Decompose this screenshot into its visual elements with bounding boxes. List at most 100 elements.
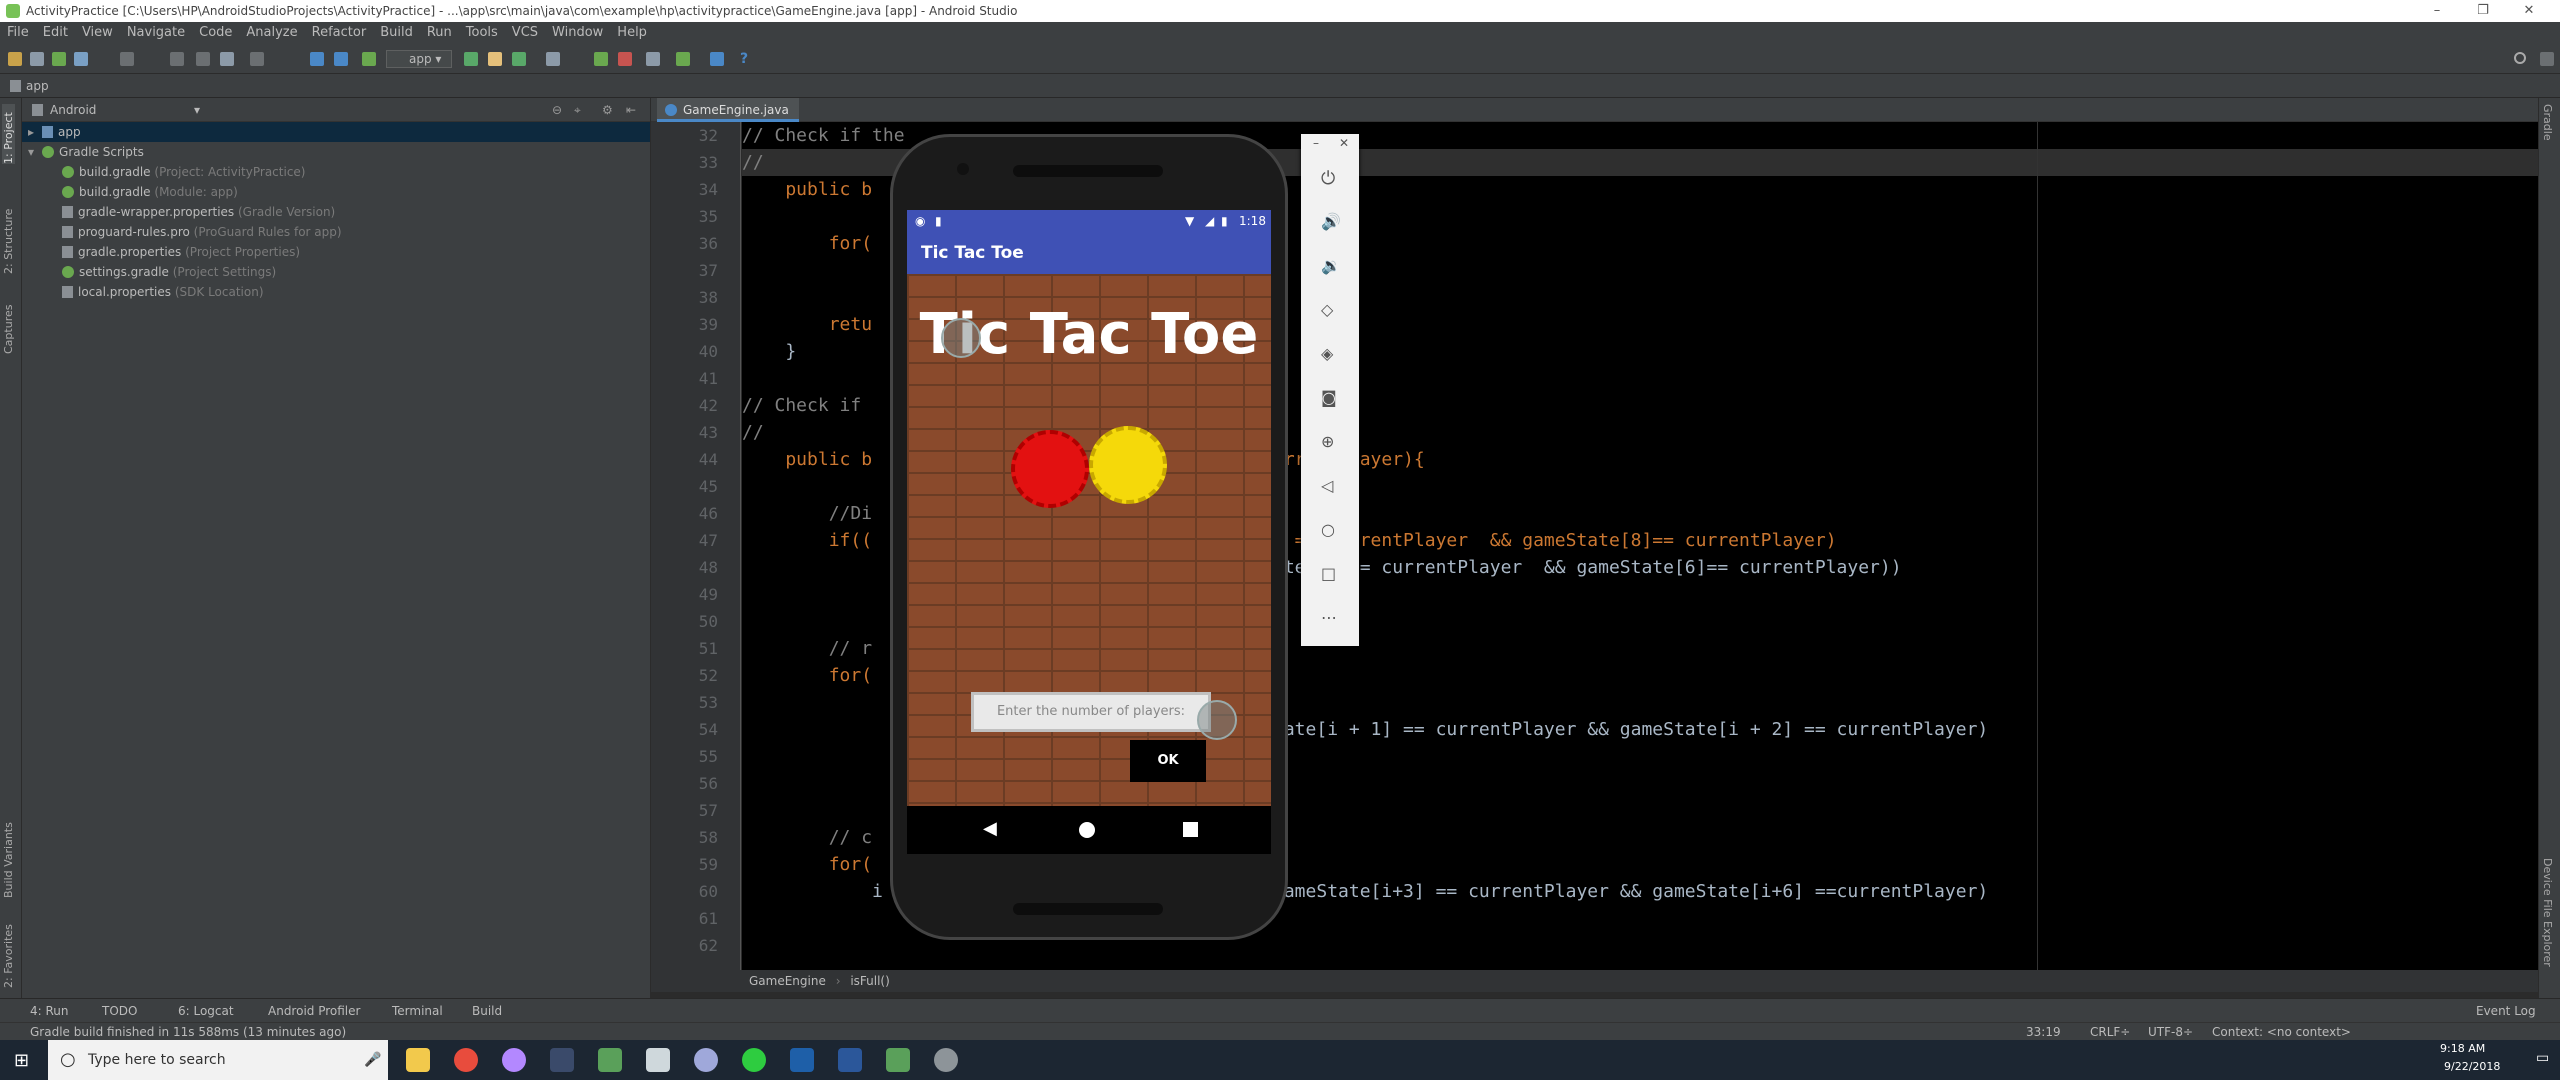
- debug-icon[interactable]: [512, 52, 526, 66]
- emulator-close-icon[interactable]: ✕: [1339, 136, 1349, 150]
- tab-structure[interactable]: 2: Structure: [2, 194, 15, 274]
- tab-captures[interactable]: Captures: [2, 294, 15, 354]
- hide-panel-icon[interactable]: ⇤: [626, 98, 636, 122]
- tab-build-variants[interactable]: Build Variants: [2, 798, 15, 898]
- tool-run[interactable]: 4: Run: [30, 999, 69, 1023]
- green-app-icon[interactable]: [742, 1048, 766, 1072]
- code-line[interactable]: // Check if: [742, 392, 861, 419]
- menu-file[interactable]: File: [0, 22, 36, 44]
- layout-icon[interactable]: [2540, 52, 2554, 66]
- copy-icon[interactable]: [196, 52, 210, 66]
- app-icon[interactable]: [502, 1048, 526, 1072]
- code-line[interactable]: for(: [742, 662, 872, 689]
- breadcrumb-method[interactable]: isFull(): [850, 974, 889, 988]
- code-line[interactable]: // Check if the: [742, 122, 905, 149]
- project-view-select[interactable]: Android: [50, 103, 96, 117]
- notifications-icon[interactable]: ▭: [2536, 1050, 2549, 1066]
- line-separator[interactable]: CRLF÷: [2090, 1023, 2130, 1041]
- home-nav-icon[interactable]: [1079, 822, 1095, 838]
- rotate-right-icon[interactable]: ◈: [1321, 344, 1339, 363]
- taskbar-date[interactable]: 9/22/2018: [2444, 1060, 2500, 1073]
- menu-window[interactable]: Window: [545, 22, 610, 44]
- steam-icon[interactable]: [550, 1048, 574, 1072]
- android-studio-active-icon[interactable]: [886, 1048, 910, 1072]
- tool-build[interactable]: Build: [472, 999, 502, 1023]
- close-icon[interactable]: ✕: [2506, 0, 2552, 22]
- cut-icon[interactable]: [170, 52, 184, 66]
- avd-manager-icon[interactable]: [646, 52, 660, 66]
- device-manager-icon[interactable]: [710, 52, 724, 66]
- forward-icon[interactable]: [334, 52, 348, 66]
- back-icon[interactable]: [310, 52, 324, 66]
- zoom-icon[interactable]: ⊕: [1321, 432, 1339, 451]
- open-folder-icon[interactable]: [8, 52, 22, 66]
- menu-code[interactable]: Code: [192, 22, 239, 44]
- sync-icon[interactable]: [52, 52, 66, 66]
- code-line[interactable]: //Di: [742, 500, 872, 527]
- paste-icon[interactable]: [220, 52, 234, 66]
- more-icon[interactable]: ⋯: [1321, 608, 1339, 627]
- find-icon[interactable]: [250, 52, 264, 66]
- android-studio-icon[interactable]: [598, 1048, 622, 1072]
- menu-vcs[interactable]: VCS: [505, 22, 545, 44]
- menu-view[interactable]: View: [75, 22, 120, 44]
- media-icon[interactable]: [694, 1048, 718, 1072]
- breadcrumb-app[interactable]: app: [26, 79, 49, 93]
- tab-gradle[interactable]: Gradle: [2541, 104, 2554, 154]
- breadcrumb-class[interactable]: GameEngine: [749, 974, 826, 988]
- taskbar-search[interactable]: ○ Type here to search 🎤: [48, 1040, 388, 1080]
- tool-terminal[interactable]: Terminal: [392, 999, 443, 1023]
- code-line[interactable]: public b: [742, 176, 872, 203]
- context-indicator[interactable]: Context: <no context>: [2212, 1023, 2351, 1041]
- minimize-icon[interactable]: –: [2414, 0, 2460, 22]
- tree-item-settings-gradle[interactable]: settings.gradle (Project Settings): [62, 262, 276, 282]
- word-icon[interactable]: [838, 1048, 862, 1072]
- tree-item-proguard[interactable]: proguard-rules.pro (ProGuard Rules for a…: [62, 222, 342, 242]
- sdk-manager-icon[interactable]: [676, 52, 690, 66]
- code-line[interactable]: // c: [742, 824, 872, 851]
- run-config-select[interactable]: app ▾: [386, 50, 452, 68]
- mail-icon[interactable]: [646, 1048, 670, 1072]
- code-line[interactable]: for(: [742, 230, 872, 257]
- caret-position[interactable]: 33:19: [2026, 1023, 2061, 1041]
- menu-help[interactable]: Help: [610, 22, 654, 44]
- menu-analyze[interactable]: Analyze: [239, 22, 304, 44]
- code-line[interactable]: //: [742, 419, 764, 446]
- emulator-taskbar-icon[interactable]: [934, 1048, 958, 1072]
- emulator-screen[interactable]: ◉ ▮ ▼ ◢ ▮ 1:18 Tic Tac Toe Tic Tac Toe E…: [907, 210, 1271, 854]
- tree-item-gradle-properties[interactable]: gradle.properties (Project Properties): [62, 242, 300, 262]
- players-input[interactable]: Enter the number of players:: [971, 692, 1211, 732]
- run-icon[interactable]: [464, 52, 478, 66]
- menu-build[interactable]: Build: [373, 22, 420, 44]
- tool-event-log[interactable]: Event Log: [2476, 999, 2536, 1023]
- collapse-all-icon[interactable]: ⊖: [552, 98, 562, 122]
- back-icon[interactable]: ◁: [1321, 476, 1339, 495]
- volume-up-icon[interactable]: 🔊: [1321, 212, 1341, 231]
- tab-device-file-explorer[interactable]: Device File Explorer: [2541, 858, 2554, 988]
- tree-item-app[interactable]: ▸ app: [22, 122, 650, 142]
- taskbar-time[interactable]: 9:18 AM: [2440, 1042, 2485, 1055]
- code-line[interactable]: retu: [742, 311, 872, 338]
- search-everywhere-icon[interactable]: [2514, 52, 2526, 64]
- attach-debugger-icon[interactable]: [594, 52, 608, 66]
- gear-icon[interactable]: ⚙: [602, 98, 613, 122]
- tree-item-gradle-wrapper[interactable]: gradle-wrapper.properties (Gradle Versio…: [62, 202, 335, 222]
- yellow-chip[interactable]: [1089, 426, 1167, 504]
- undo-icon[interactable]: [74, 52, 88, 66]
- save-icon[interactable]: [30, 52, 44, 66]
- power-icon[interactable]: ⏻: [1321, 168, 1339, 189]
- red-chip[interactable]: [1011, 430, 1089, 508]
- tool-android-profiler[interactable]: Android Profiler: [268, 999, 360, 1023]
- scroll-from-source-icon[interactable]: ⌖: [574, 98, 581, 122]
- emulator-minimize-icon[interactable]: –: [1313, 136, 1319, 150]
- tab-project[interactable]: 1: Project: [2, 104, 15, 164]
- status-message[interactable]: Gradle build finished in 11s 588ms (13 m…: [30, 1023, 346, 1041]
- chrome-icon[interactable]: [454, 1048, 478, 1072]
- code-line[interactable]: }: [742, 338, 796, 365]
- tree-item-build-gradle-module[interactable]: build.gradle (Module: app): [62, 182, 238, 202]
- redo-icon[interactable]: [120, 52, 134, 66]
- tree-item-local-properties[interactable]: local.properties (SDK Location): [62, 282, 264, 302]
- file-explorer-icon[interactable]: [406, 1048, 430, 1072]
- tool-todo[interactable]: TODO: [102, 999, 137, 1023]
- file-encoding[interactable]: UTF-8÷: [2148, 1023, 2193, 1041]
